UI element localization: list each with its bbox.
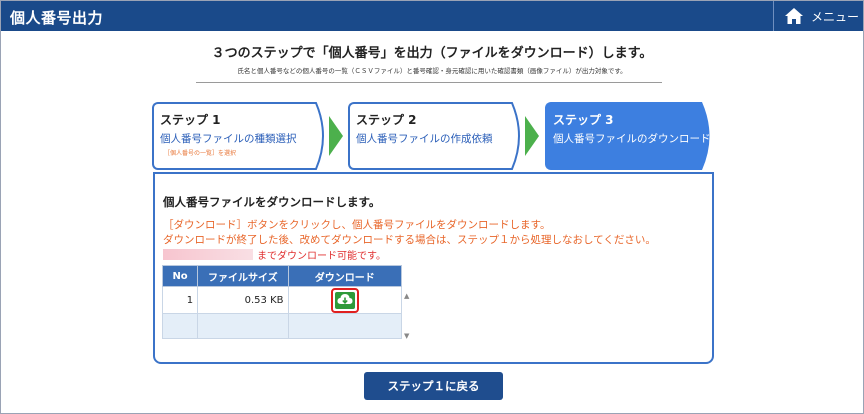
scroll-down-icon[interactable]: ▼ bbox=[404, 332, 409, 340]
step-2-title: ステップ 2 bbox=[356, 113, 417, 127]
table-row bbox=[161, 313, 403, 339]
download-button[interactable] bbox=[330, 287, 359, 313]
intro-title: ３つのステップで「個人番号」を出力（ファイルをダウンロード）します。 bbox=[211, 46, 653, 61]
download-deadline: までダウンロード可能です。 bbox=[163, 247, 386, 262]
step-1: ステップ 1 個人番号ファイルの種類選択 ［個人番号の一覧］を選択 bbox=[152, 102, 328, 170]
step-3: ステップ 3 個人番号ファイルのダウンロード bbox=[545, 102, 717, 170]
app-header: 個人番号出力 メニュー bbox=[1, 1, 863, 31]
column-header-size: ファイルサイズ bbox=[197, 265, 289, 287]
cell-download bbox=[287, 286, 403, 314]
step-arrow-1 bbox=[329, 116, 343, 156]
redacted-date bbox=[163, 249, 253, 260]
panel-title: 個人番号ファイルをダウンロードします。 bbox=[163, 195, 381, 209]
file-table: No ファイルサイズ ダウンロード 1 0.53 KB bbox=[161, 265, 403, 339]
menu-label: メニュー bbox=[811, 9, 860, 24]
step-1-title: ステップ 1 bbox=[160, 113, 221, 127]
divider bbox=[196, 82, 662, 83]
intro-subtitle: 氏名と個人番号などの個人番号の一覧（ＣＳＶファイル）と番号確認・身元確認に用いた… bbox=[237, 67, 627, 75]
instruction-message-2: ダウンロードが終了した後、改めてダウンロードする場合は、ステップ１から処理しなお… bbox=[163, 234, 656, 246]
column-header-download: ダウンロード bbox=[287, 265, 403, 287]
scroll-up-icon[interactable]: ▲ bbox=[404, 292, 409, 300]
table-row: 1 0.53 KB bbox=[161, 286, 403, 314]
home-icon bbox=[784, 7, 804, 25]
step-2: ステップ 2 個人番号ファイルの作成依頼 bbox=[348, 102, 524, 170]
step-3-title: ステップ 3 bbox=[553, 113, 614, 127]
instruction-message-1: ［ダウンロード］ボタンをクリックし、個人番号ファイルをダウンロードします。 bbox=[163, 219, 551, 231]
menu-button[interactable]: メニュー bbox=[773, 1, 863, 31]
step-1-note: ［個人番号の一覧］を選択 bbox=[164, 150, 237, 157]
back-to-step1-button[interactable]: ステップ１に戻る bbox=[364, 372, 503, 400]
page-title: 個人番号出力 bbox=[10, 9, 104, 27]
step-2-desc: 個人番号ファイルの作成依頼 bbox=[356, 133, 493, 145]
step-arrow-2 bbox=[525, 116, 539, 156]
column-header-no: No bbox=[161, 265, 199, 287]
download-panel: 個人番号ファイルをダウンロードします。 ［ダウンロード］ボタンをクリックし、個人… bbox=[153, 172, 714, 364]
deadline-text: までダウンロード可能です。 bbox=[257, 251, 386, 262]
cell-no: 1 bbox=[161, 286, 199, 314]
cloud-download-icon bbox=[334, 291, 355, 309]
step-3-desc: 個人番号ファイルのダウンロード bbox=[553, 133, 711, 145]
step-1-desc: 個人番号ファイルの種類選択 bbox=[160, 133, 297, 145]
cell-size: 0.53 KB bbox=[197, 286, 289, 314]
